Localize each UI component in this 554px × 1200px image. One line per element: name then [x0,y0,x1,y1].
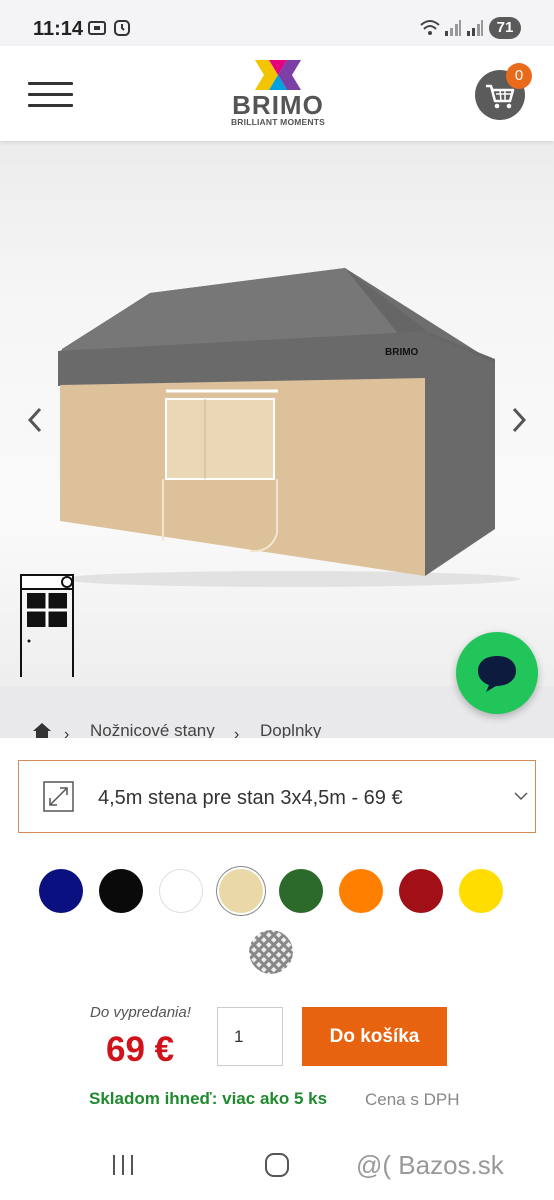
color-swatch-navy[interactable] [39,869,83,913]
wall-with-window-icon[interactable] [17,573,77,679]
stock-status: Skladom ihneď: viac ako 5 ks [89,1089,328,1108]
home-button-icon[interactable] [264,1152,290,1178]
vat-note: Cena s DPH [365,1090,460,1109]
size-icon [43,781,74,812]
chevron-down-icon [514,792,528,801]
variant-select[interactable]: 4,5m stena pre stan 3x4,5m - 69 € [18,760,536,833]
battery-level: 71 [489,17,521,39]
site-header: BRIMO BRILLIANT MOMENTS 0 [0,46,554,141]
cart-count-badge: 0 [506,63,532,89]
status-time: 11:14 [33,18,84,40]
color-swatch-beige[interactable] [219,869,263,913]
chevron-right-icon: › [64,726,70,738]
brand-tagline: BRILLIANT MOMENTS [230,117,326,127]
color-swatch-black[interactable] [99,869,143,913]
product-image: BRIMO [58,268,520,587]
breadcrumb-item-noznicove-stany[interactable]: Nožnicové stany [90,721,215,738]
color-swatch-yellow[interactable] [459,869,503,913]
home-icon[interactable] [32,722,52,738]
alarm-icon [114,20,130,36]
chevron-right-icon[interactable] [508,405,530,435]
product-gallery[interactable]: BRIMO [0,141,554,686]
color-swatch-red[interactable] [399,869,443,913]
wifi-icon [420,20,440,35]
quantity-input[interactable]: 1 [217,1007,283,1066]
promo-label: Do vypredania! [90,1004,191,1021]
watermark: @( Bazos.sk [356,1150,504,1180]
signal-icon [445,20,461,36]
menu-icon[interactable] [28,82,73,107]
product-price: 69 € [106,1030,175,1069]
chat-icon [478,656,516,692]
screenshot-icon [88,21,106,35]
status-bar: 11:14 71 [0,0,554,46]
add-to-cart-button[interactable]: Do košíka [302,1007,447,1066]
chevron-left-icon[interactable] [24,405,46,435]
breadcrumb-item-doplnky[interactable]: Doplnky [260,721,321,738]
svg-text:BRIMO: BRIMO [385,347,419,358]
variant-selected-value: 4,5m stena pre stan 3x4,5m - 69 € [98,787,403,809]
chevron-right-icon: › [234,726,240,738]
logo-mark-icon [255,60,301,90]
chat-button[interactable] [456,632,538,714]
color-swatch-orange[interactable] [339,869,383,913]
color-swatch-green[interactable] [279,869,323,913]
color-swatch-white[interactable] [159,869,203,913]
color-swatch-mesh[interactable] [249,930,293,974]
signal-icon [467,20,483,36]
recent-apps-icon[interactable] [110,1152,136,1178]
brand-logo[interactable]: BRIMO BRILLIANT MOMENTS [223,60,333,130]
